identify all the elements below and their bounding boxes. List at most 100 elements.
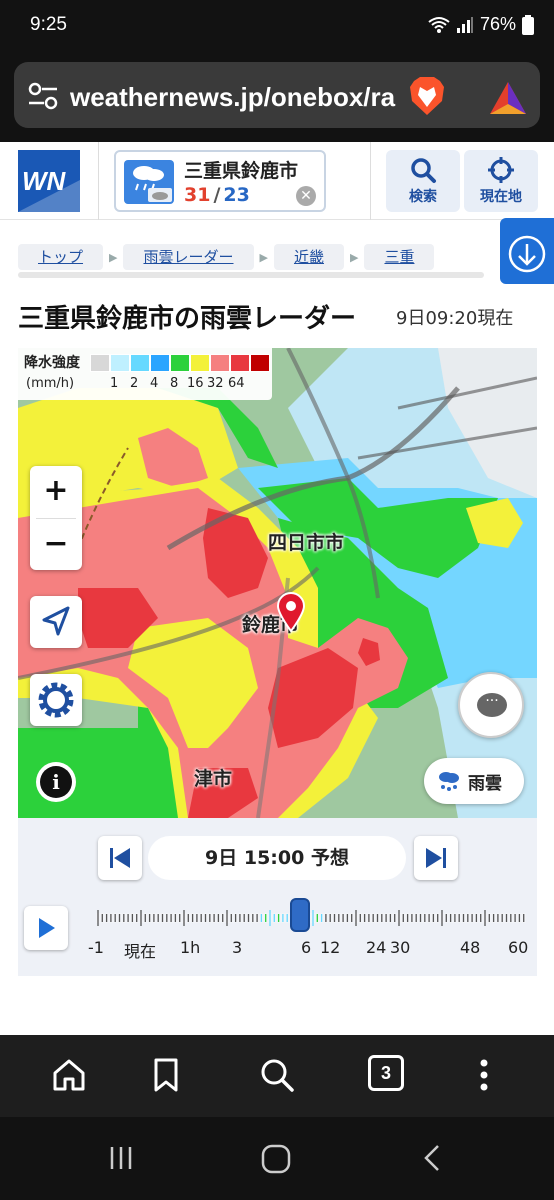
timeline-label: 6: [301, 938, 312, 957]
status-icons: 76%: [428, 14, 534, 35]
gear-icon: [38, 682, 74, 718]
temp-high: 31: [184, 184, 211, 206]
recent-apps-icon[interactable]: [106, 1143, 136, 1173]
legend-swatch: [130, 354, 150, 372]
legend-title: 降水強度: [24, 355, 80, 371]
map-settings-button[interactable]: [30, 674, 82, 726]
rain-radar-map[interactable]: 降水強度 (mm/h) 1 2 4 8 16 32 64 四日市市 鈴鹿市 津市…: [18, 348, 537, 818]
current-location-button[interactable]: 現在地: [464, 150, 538, 212]
skip-forward-icon: [426, 848, 446, 868]
brave-rewards-icon[interactable]: [488, 80, 528, 116]
url-text[interactable]: weathernews.jp/onebox/ra: [70, 82, 400, 113]
browser-bottom-bar: 3: [0, 1035, 554, 1117]
skip-to-start-button[interactable]: [98, 836, 142, 880]
site-settings-icon[interactable]: [28, 82, 58, 110]
legend-tick: 32: [207, 376, 224, 391]
timeline-label: 48: [460, 938, 481, 957]
forecast-time: 9日 15:00 予想: [148, 836, 406, 880]
legend-swatch: [150, 354, 170, 372]
breadcrumb-arrow-icon: ▶: [259, 251, 268, 264]
divider: [370, 142, 371, 220]
temp-low: 23: [223, 184, 250, 206]
map-base: [18, 348, 537, 818]
home-icon[interactable]: [49, 1055, 89, 1095]
map-label-tsu: 津市: [194, 768, 233, 790]
home-nav-icon[interactable]: [260, 1143, 292, 1175]
city-name: 三重県鈴鹿市: [184, 160, 299, 182]
clear-location-icon[interactable]: ✕: [296, 186, 316, 206]
search-icon[interactable]: [257, 1055, 297, 1095]
bookmark-icon[interactable]: [146, 1055, 186, 1095]
navigation-arrow-icon: [42, 606, 70, 636]
rain-cloud-icon: [439, 772, 459, 791]
divider: [98, 142, 99, 220]
chat-bubble-icon: ···: [477, 693, 507, 717]
logo-text: WN: [22, 166, 66, 196]
system-navigation-bar: [0, 1117, 554, 1200]
search-icon: [411, 158, 436, 183]
map-label-yokkaichi: 四日市市: [268, 532, 345, 554]
timeline-label: 1h: [180, 938, 201, 957]
legend-color-scale: [90, 354, 270, 372]
rain-cloud-layer-label: 雨雲: [468, 774, 502, 794]
rain-cloud-layer-button[interactable]: 雨雲: [424, 758, 524, 804]
location-selector[interactable]: 三重県鈴鹿市 31/23 ✕: [114, 150, 326, 212]
timeline-panel: 9日 15:00 予想 -1 現在 1h 3 6 12 24 30 48 60: [18, 818, 537, 976]
info-icon: i: [40, 766, 72, 798]
zoom-in-button[interactable]: +: [30, 466, 82, 518]
timeline-label: 30: [390, 938, 411, 957]
timeline-label: 60: [508, 938, 529, 957]
more-menu-icon[interactable]: [464, 1055, 504, 1095]
breadcrumb-mie[interactable]: 三重: [364, 244, 435, 270]
search-button[interactable]: 検索: [386, 150, 460, 212]
temp-separator: /: [213, 184, 221, 206]
chat-button[interactable]: ···: [458, 672, 524, 738]
signal-icon: [456, 16, 473, 33]
battery-level: 76%: [479, 14, 516, 34]
breadcrumb-kinki[interactable]: 近畿: [273, 244, 344, 270]
legend-tick: 64: [228, 376, 245, 391]
breadcrumb-top[interactable]: トップ: [18, 244, 104, 270]
timeline-label: 3: [232, 938, 243, 957]
zoom-control: + −: [30, 466, 82, 570]
locate-me-button[interactable]: [30, 596, 82, 648]
rain-cloud-weather-icon: [124, 160, 174, 204]
page-title: 三重県鈴鹿市の雨雲レーダー: [18, 304, 357, 334]
temperature: 31/23: [184, 184, 250, 206]
legend-swatch: [190, 354, 210, 372]
legend-tick: 16: [187, 376, 204, 391]
site-header: WN 三重県鈴鹿市 31/23 ✕ 検索 現在地: [0, 142, 554, 220]
legend-swatch: [210, 354, 230, 372]
download-button[interactable]: [500, 218, 554, 284]
legend-tick: 4: [150, 376, 159, 391]
timeline-label: 12: [320, 938, 341, 957]
crosshair-icon: [488, 157, 514, 183]
address-bar[interactable]: weathernews.jp/onebox/ra: [14, 62, 540, 128]
info-button[interactable]: i: [36, 762, 76, 802]
legend-swatch: [110, 354, 130, 372]
legend-swatch: [250, 354, 270, 372]
breadcrumb-arrow-icon: ▶: [109, 251, 118, 264]
skip-to-end-button[interactable]: [414, 836, 458, 880]
breadcrumb: トップ ▶ 雨雲レーダー ▶ 近畿 ▶ 三重: [18, 244, 498, 272]
timeline-track[interactable]: [96, 910, 526, 926]
timeline-slider-handle[interactable]: [290, 898, 310, 932]
breadcrumb-rain-radar[interactable]: 雨雲レーダー: [123, 244, 254, 270]
precipitation-legend: 降水強度 (mm/h) 1 2 4 8 16 32 64: [18, 348, 272, 400]
brave-shields-icon[interactable]: [406, 75, 448, 117]
breadcrumb-scrollbar[interactable]: [18, 272, 484, 278]
skip-back-icon: [110, 848, 130, 868]
zoom-out-button[interactable]: −: [30, 519, 82, 571]
location-pin-icon: [276, 592, 306, 632]
wifi-icon: [428, 16, 450, 33]
timeline-track-bg: [96, 913, 526, 923]
tabs-button[interactable]: 3: [368, 1055, 404, 1091]
web-page: WN 三重県鈴鹿市 31/23 ✕ 検索 現在地 トップ ▶ 雨雲レーダー ▶ …: [0, 142, 554, 1035]
legend-tick: 1: [110, 376, 119, 391]
back-icon[interactable]: [418, 1143, 448, 1173]
legend-tick: 8: [170, 376, 179, 391]
timeline-label: 現在: [124, 942, 157, 961]
legend-unit: (mm/h): [26, 376, 75, 391]
legend-swatch: [90, 354, 110, 372]
timeline-label: 24: [366, 938, 387, 957]
